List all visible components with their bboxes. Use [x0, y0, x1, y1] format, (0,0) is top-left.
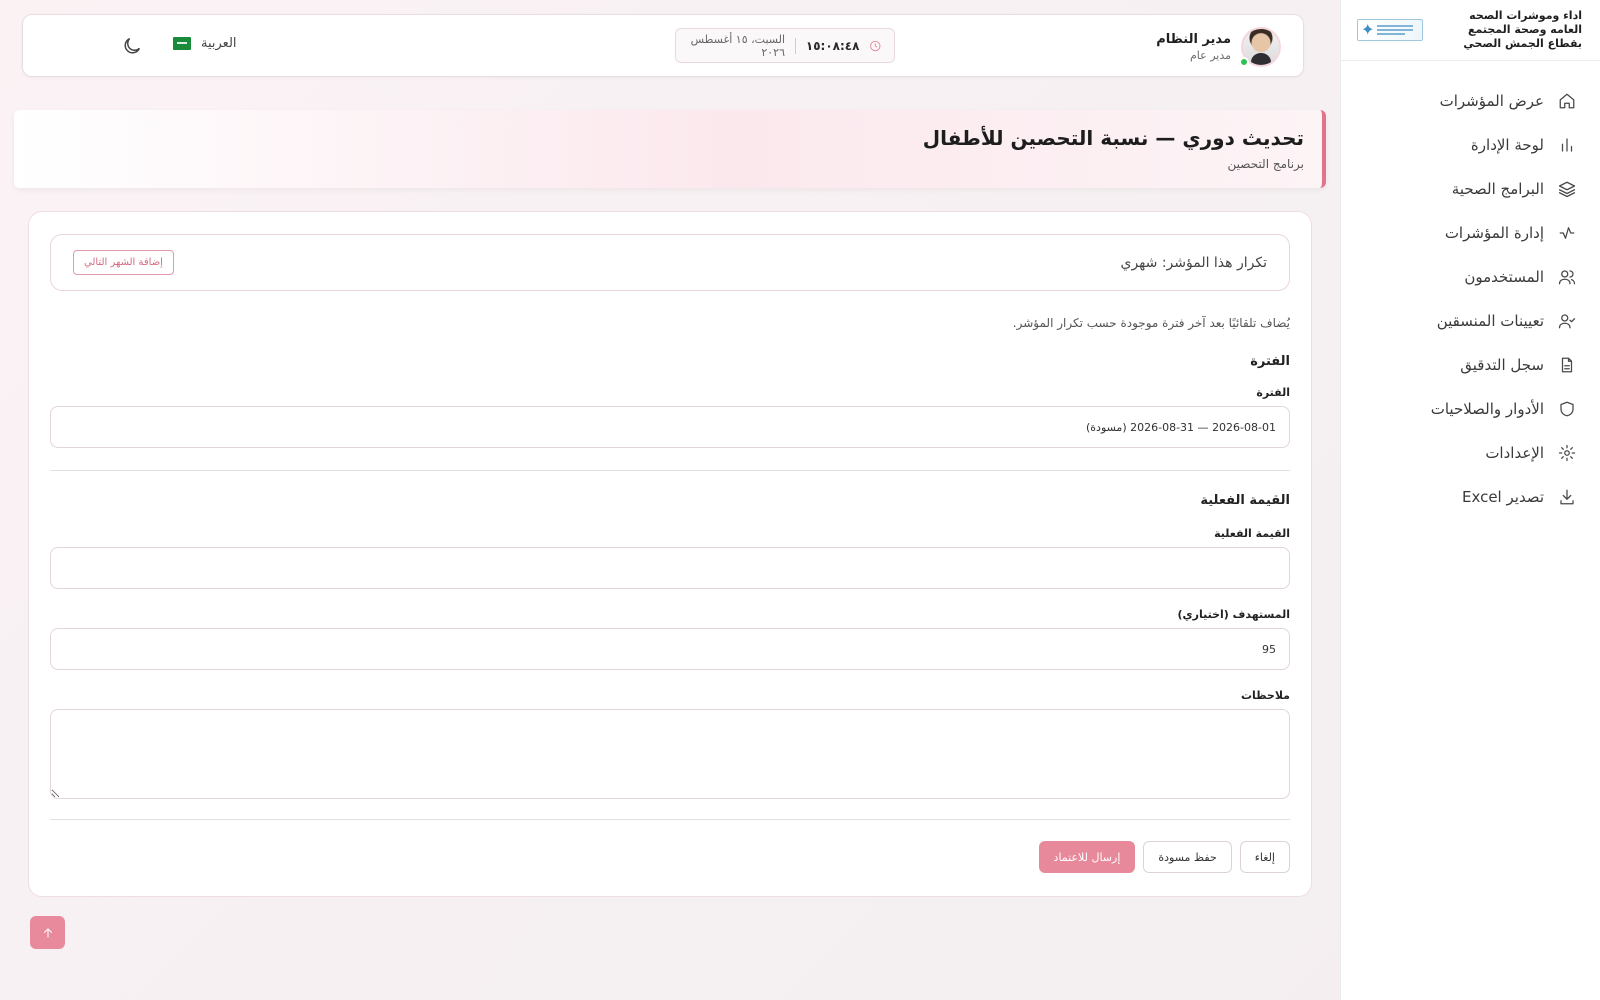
- frequency-box: تكرار هذا المؤشر: شهري إضافة الشهر التال…: [50, 234, 1290, 291]
- brand-logo[interactable]: ✦: [1357, 19, 1423, 41]
- sidebar-item-coordinator-assignments[interactable]: تعيينات المنسقين: [1341, 299, 1600, 343]
- current-date: السبت، ١٥ أغسطس ٢٠٢٦: [690, 32, 785, 59]
- sidebar-item-label: تعيينات المنسقين: [1436, 312, 1544, 330]
- sidebar-item-settings[interactable]: الإعدادات: [1341, 431, 1600, 475]
- clock-widget: ١٥:٠٨:٤٨ السبت، ١٥ أغسطس ٢٠٢٦: [675, 28, 895, 63]
- period-section-title: الفترة: [1250, 354, 1290, 369]
- sidebar-nav: عرض المؤشرات لوحة الإدارة البرامج الصحية…: [1341, 61, 1600, 519]
- brand-header: اداء وموشرات الصحه العامه وصحة المجتمع ب…: [1341, 0, 1600, 61]
- saudi-flag-icon: [173, 37, 191, 50]
- add-next-month-button[interactable]: إضافة الشهر التالي: [73, 250, 174, 275]
- scroll-to-top-button[interactable]: [30, 916, 65, 949]
- activity-icon: [1559, 227, 1575, 239]
- download-icon: [1560, 489, 1574, 505]
- cancel-button[interactable]: إلغاء: [1239, 841, 1290, 873]
- user-check-icon: [1558, 314, 1576, 329]
- page-subtitle: برنامج التحصين: [1227, 157, 1304, 171]
- clock-divider: [795, 37, 796, 54]
- period-select-value: 2026-08-01 — 2026-08-31 (مسودة): [1085, 420, 1276, 434]
- sidebar-item-label: عرض المؤشرات: [1439, 92, 1544, 110]
- actual-section-title: القيمة الفعلية: [1200, 493, 1290, 508]
- sidebar-item-label: المستخدمون: [1464, 268, 1544, 286]
- target-label: المستهدف (اختياري): [1177, 608, 1290, 621]
- file-text-icon: [1561, 357, 1573, 373]
- arrow-up-icon: [43, 927, 52, 938]
- user-name: مدير النظام: [1156, 32, 1231, 47]
- notes-textarea[interactable]: [50, 709, 1290, 799]
- save-draft-button[interactable]: حفظ مسودة: [1143, 841, 1232, 873]
- user-text: مدير النظام مدير عام: [1156, 32, 1231, 62]
- sidebar: اداء وموشرات الصحه العامه وصحة المجتمع ب…: [1340, 0, 1600, 1000]
- current-time: ١٥:٠٨:٤٨: [805, 38, 860, 53]
- sidebar-item-health-programs[interactable]: البرامج الصحية: [1341, 167, 1600, 211]
- dark-mode-toggle[interactable]: [121, 35, 143, 57]
- notes-label: ملاحظات: [1241, 689, 1290, 702]
- frequency-text: تكرار هذا المؤشر: شهري: [1120, 254, 1268, 271]
- shield-icon: [1560, 401, 1574, 417]
- sidebar-item-label: إدارة المؤشرات: [1444, 224, 1544, 242]
- page-header: تحديث دوري — نسبة التحصين للأطفال برنامج…: [14, 110, 1326, 188]
- sidebar-item-label: الأدوار والصلاحيات: [1430, 400, 1544, 418]
- sidebar-item-admin-dashboard[interactable]: لوحة الإدارة: [1341, 123, 1600, 167]
- clock-icon: [870, 40, 881, 51]
- user-menu[interactable]: مدير النظام مدير عام: [1156, 27, 1281, 67]
- section-divider: [50, 470, 1290, 471]
- form-actions: إرسال للاعتماد حفظ مسودة إلغاء: [50, 841, 1290, 873]
- sidebar-item-audit-log[interactable]: سجل التدقيق: [1341, 343, 1600, 387]
- submit-for-approval-button[interactable]: إرسال للاعتماد: [1038, 841, 1136, 873]
- language-label: العربية: [201, 36, 237, 51]
- gear-icon: [1558, 444, 1576, 462]
- actions-divider: [50, 819, 1290, 820]
- bar-chart-icon: [1561, 138, 1573, 152]
- actual-value-label: القيمة الفعلية: [1214, 527, 1290, 540]
- sidebar-item-indicators-view[interactable]: عرض المؤشرات: [1341, 79, 1600, 123]
- page-title: تحديث دوري — نسبة التحصين للأطفال: [922, 126, 1304, 150]
- actual-value-input[interactable]: [50, 547, 1290, 589]
- sidebar-item-export-excel[interactable]: تصدير Excel: [1341, 475, 1600, 519]
- users-icon: [1558, 270, 1576, 285]
- logo-text-lines: [1377, 25, 1414, 35]
- sidebar-item-indicators-management[interactable]: إدارة المؤشرات: [1341, 211, 1600, 255]
- user-role: مدير عام: [1189, 49, 1231, 62]
- periodic-update-form: تكرار هذا المؤشر: شهري إضافة الشهر التال…: [28, 211, 1312, 897]
- sidebar-item-label: تصدير Excel: [1461, 488, 1544, 506]
- sidebar-item-label: البرامج الصحية: [1451, 180, 1544, 198]
- sidebar-item-label: سجل التدقيق: [1460, 356, 1544, 374]
- star-logo-icon: ✦: [1361, 20, 1375, 39]
- period-label: الفترة: [1256, 386, 1290, 399]
- brand-title: اداء وموشرات الصحه العامه وصحة المجتمع ب…: [1463, 9, 1582, 50]
- sidebar-item-roles-permissions[interactable]: الأدوار والصلاحيات: [1341, 387, 1600, 431]
- home-icon: [1559, 93, 1575, 109]
- sidebar-item-label: لوحة الإدارة: [1470, 136, 1544, 154]
- moon-icon: [124, 37, 141, 54]
- language-switcher[interactable]: العربية: [173, 36, 237, 51]
- sidebar-item-users[interactable]: المستخدمون: [1341, 255, 1600, 299]
- period-select[interactable]: 2026-08-01 — 2026-08-31 (مسودة): [50, 406, 1290, 448]
- avatar-wrap: [1239, 27, 1281, 67]
- online-status-dot: [1239, 57, 1249, 67]
- topbar: مدير النظام مدير عام العربية ١٥:٠٨:٤٨ ال…: [22, 14, 1304, 77]
- layers-icon: [1558, 181, 1576, 198]
- auto-period-hint: يُضاف تلقائيًا بعد آخر فترة موجودة حسب ت…: [1012, 316, 1290, 330]
- sidebar-item-label: الإعدادات: [1485, 444, 1544, 462]
- target-input[interactable]: [50, 628, 1290, 670]
